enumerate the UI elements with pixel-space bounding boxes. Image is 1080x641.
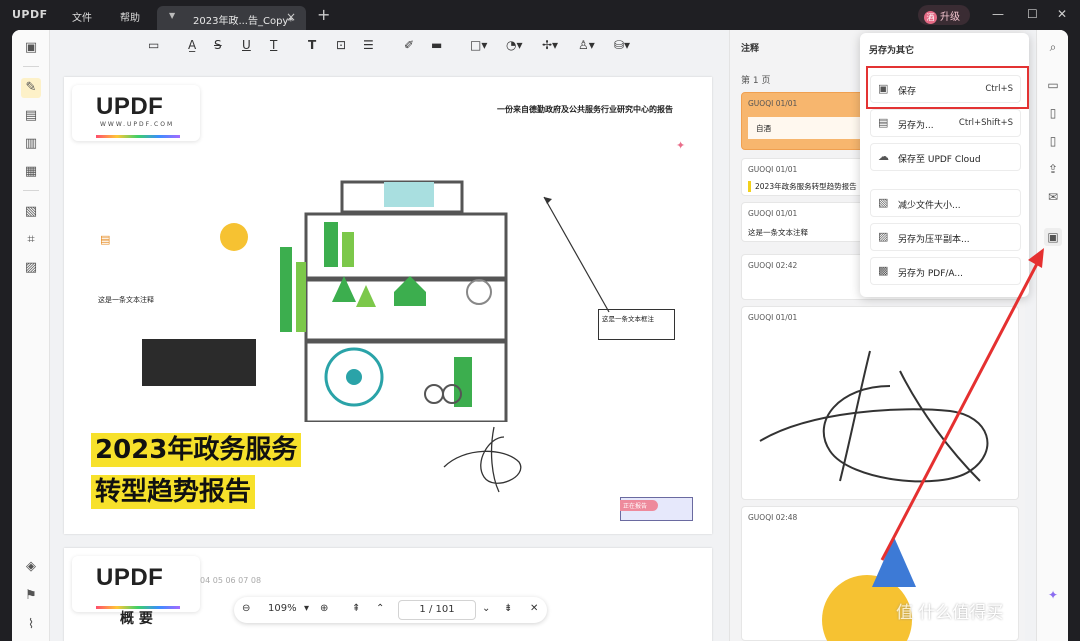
eraser-icon[interactable]: ▬ <box>431 38 442 52</box>
signature-icon[interactable]: ⛁▾ <box>614 38 630 52</box>
close-window-icon[interactable]: ✕ <box>1057 7 1067 21</box>
strikethrough-icon[interactable]: S <box>214 38 222 52</box>
zoom-level[interactable]: 109% <box>268 603 297 614</box>
pdf-page-1: UPDF WWW.UPDF.COM 一份来自德勤政府及公共服务行业研究中心的报告… <box>64 77 712 534</box>
textcallout-icon[interactable]: ☰ <box>363 38 374 52</box>
protect-icon[interactable]: ▨ <box>21 258 41 278</box>
protect-side-icon[interactable]: ▯ <box>1044 132 1062 150</box>
avatar: 酒 <box>924 11 937 24</box>
menu-help[interactable]: 帮助 <box>120 9 140 24</box>
tab-dropdown-icon[interactable]: ▼ <box>169 11 175 20</box>
watermark: 值 什么值得买 <box>896 603 1004 623</box>
edit-pdf-icon[interactable]: ▤ <box>21 106 41 126</box>
freehand-annotation[interactable] <box>434 407 534 497</box>
underline-icon[interactable]: U <box>242 38 251 52</box>
tag-annotation[interactable]: 正在报告 <box>620 500 658 511</box>
attachment-icon[interactable]: ⌇ <box>21 615 41 635</box>
zoom-dropdown-icon[interactable]: ▾ <box>304 603 309 614</box>
squiggly-icon[interactable]: T <box>270 38 277 52</box>
pdf-page-2: UPDF 04 05 06 07 08 概 要 <box>64 548 712 641</box>
next-page-icon[interactable]: ⌄ <box>482 603 490 614</box>
updf-logo: UPDF WWW.UPDF.COM <box>72 85 200 141</box>
upgrade-button[interactable]: 酒升级 <box>918 5 970 25</box>
maximize-icon[interactable]: ☐ <box>1027 7 1038 21</box>
shape-icon[interactable]: □▾ <box>470 38 487 52</box>
left-toolbar: ▣ ✎ ▤ ▥ ▦ ▧ ⌗ ▨ ◈ ⚑ ⌇ <box>12 30 50 641</box>
report-title-line-1: 2023年政务服务 <box>91 433 302 467</box>
text-annotation[interactable]: 这是一条文本注释 <box>98 295 154 305</box>
pin-annotation-icon[interactable]: ✦ <box>676 139 685 152</box>
ai-assistant-icon[interactable]: ✦ <box>1044 586 1062 604</box>
email-icon[interactable]: ✉ <box>1044 188 1062 206</box>
upgrade-label: 升级 <box>940 12 960 23</box>
note-annotation-icon[interactable]: ▤ <box>100 233 110 246</box>
close-pager-icon[interactable]: ✕ <box>530 603 538 614</box>
ocr-icon[interactable]: ▧ <box>21 202 41 222</box>
workspace: ▣ ✎ ▤ ▥ ▦ ▧ ⌗ ▨ ◈ ⚑ ⌇ ▭ A̲ S U T T ⊡ ☰ ✐… <box>12 30 1068 641</box>
page-navigator: ⊖ 109% ▾ ⊕ ⇞ ⌃ 1 / 101 ⌄ ⇟ ✕ <box>234 597 547 623</box>
updf-logo-page-2: UPDF <box>72 556 200 612</box>
title-bar: UPDF 文件 帮助 ▼ 2023年政...告_Copy* × + 酒升级 — … <box>0 0 1080 30</box>
highlight-frame <box>866 66 1029 109</box>
save-to-cloud-button[interactable]: ☁ 保存至 UPDF Cloud <box>870 143 1021 171</box>
close-tab-icon[interactable]: × <box>286 10 296 24</box>
page-input[interactable]: 1 / 101 <box>398 600 476 620</box>
stamp-icon[interactable]: ♙▾ <box>578 38 595 52</box>
ocr-side-icon[interactable]: ▭ <box>1044 76 1062 94</box>
document-tab[interactable]: ▼ 2023年政...告_Copy* × <box>157 6 306 30</box>
menu-file[interactable]: 文件 <box>72 9 92 24</box>
annotation-page-label: 第 1 页 <box>741 76 771 86</box>
last-page-icon[interactable]: ⇟ <box>504 603 512 614</box>
minimize-icon[interactable]: — <box>992 7 1004 21</box>
zoom-out-icon[interactable]: ⊖ <box>242 603 250 614</box>
save-menu-title: 另存为其它 <box>869 46 915 56</box>
new-tab-icon[interactable]: + <box>317 5 330 24</box>
arrow-annotation[interactable] <box>534 187 614 317</box>
organize-pages-icon[interactable]: ▥ <box>21 134 41 154</box>
page-numbers: 04 05 06 07 08 <box>200 576 262 585</box>
comment-icon[interactable]: ▭ <box>148 38 159 52</box>
form-icon[interactable]: ▦ <box>21 162 41 182</box>
tab-title: 2023年政...告_Copy* <box>193 16 294 27</box>
sticker-icon[interactable]: ◔▾ <box>506 38 523 52</box>
cloud-icon: ☁ <box>878 150 889 163</box>
search-icon[interactable]: ⌕ <box>1044 38 1062 56</box>
convert-icon[interactable]: ▯ <box>1044 104 1062 122</box>
save-as-icon: ▤ <box>878 116 889 129</box>
app-logo: UPDF <box>12 8 48 21</box>
city-illustration <box>280 180 508 422</box>
emoji-sticker[interactable] <box>220 223 248 251</box>
crop-icon[interactable]: ⌗ <box>21 230 41 250</box>
comment-mode-icon[interactable]: ✎ <box>21 78 41 98</box>
reduce-size-button[interactable]: ▧ 减少文件大小... <box>870 189 1021 217</box>
text-icon[interactable]: T <box>308 38 316 52</box>
share-icon[interactable]: ⇪ <box>1044 160 1062 178</box>
report-title-line-2: 转型趋势报告 <box>91 475 256 509</box>
pin-icon[interactable]: ✢▾ <box>542 38 558 52</box>
zoom-in-icon[interactable]: ⊕ <box>320 603 328 614</box>
annotation-panel-title: 注释 <box>741 44 760 54</box>
layers-icon[interactable]: ◈ <box>21 557 41 577</box>
save-as-button[interactable]: ▤ 另存为... Ctrl+Shift+S <box>870 109 1021 137</box>
redaction-box[interactable] <box>142 339 256 386</box>
red-arrow <box>880 248 1044 561</box>
compress-icon: ▧ <box>878 196 889 209</box>
textbox-icon[interactable]: ⊡ <box>336 38 346 52</box>
report-subtitle: 一份来自德勤政府及公共服务行业研究中心的报告 <box>497 105 673 114</box>
summary-heading: 概 要 <box>120 611 153 627</box>
prev-page-icon[interactable]: ⌃ <box>376 603 384 614</box>
bookmark-icon[interactable]: ⚑ <box>21 586 41 606</box>
highlight-icon[interactable]: A̲ <box>188 38 196 52</box>
first-page-icon[interactable]: ⇞ <box>352 603 360 614</box>
reader-icon[interactable]: ▣ <box>21 38 41 58</box>
pencil-icon[interactable]: ✐ <box>404 38 414 52</box>
